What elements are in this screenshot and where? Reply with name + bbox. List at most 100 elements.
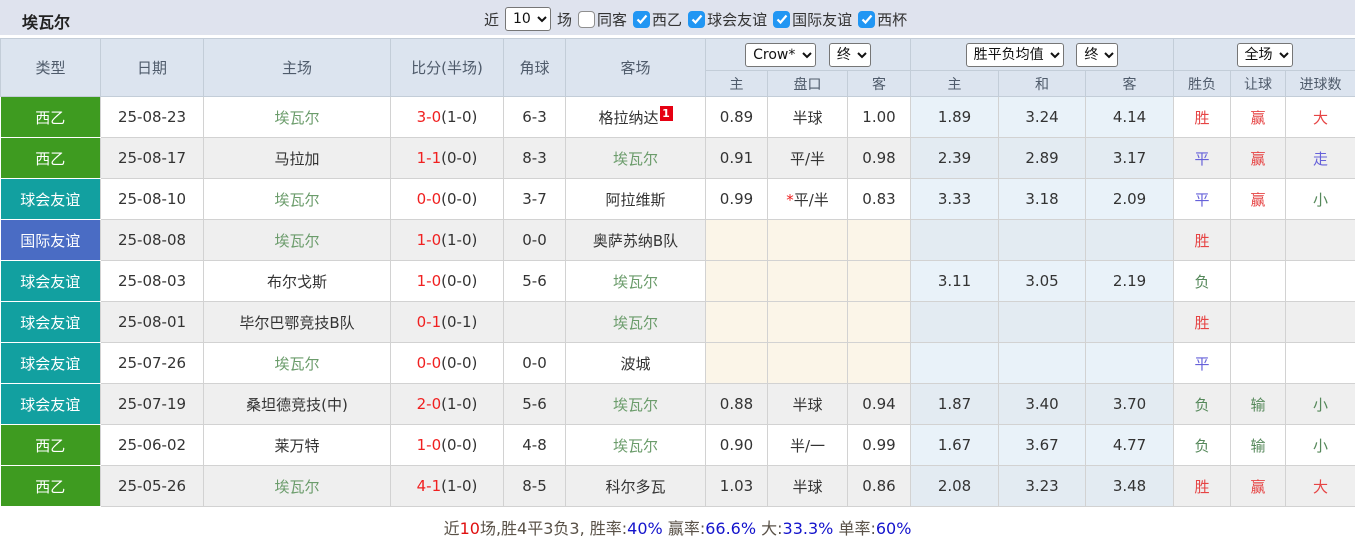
filter-label[interactable]: 西杯 [877, 9, 907, 30]
result-goals [1285, 219, 1355, 261]
handicap-line [767, 219, 848, 261]
avg-type-select[interactable]: 胜平负均值 [965, 42, 1064, 67]
score-cell: 1-1(0-0) [390, 137, 504, 179]
handicap-away-odds: 0.99 [846, 424, 912, 466]
handicap-home-odds: 0.90 [705, 424, 768, 466]
checkbox-icon[interactable] [633, 10, 651, 28]
result-wdl: 平 [1173, 137, 1232, 179]
result-goals [1285, 260, 1355, 302]
home-team[interactable]: 埃瓦尔 [203, 465, 391, 507]
result-wdl: 胜 [1173, 219, 1232, 261]
away-team[interactable]: 格拉纳达 1 [565, 96, 706, 138]
match-date: 25-08-23 [100, 96, 204, 138]
away-team[interactable]: 埃瓦尔 [565, 137, 706, 179]
result-handicap [1230, 342, 1287, 384]
table-row: 球会友谊 25-07-19 桑坦德竞技(中) 2-0(1-0) 5-6 埃瓦尔 … [0, 383, 1355, 425]
checkbox-icon[interactable] [688, 10, 706, 28]
checkbox-icon[interactable] [858, 10, 876, 28]
filter-intl-friendly[interactable]: 国际友谊 [773, 9, 852, 30]
summary-text: 近10场,胜4平3负3, 胜率:40% 赢率:66.6% 大:33.3% 单率:… [443, 518, 912, 538]
match-type-badge: 球会友谊 [0, 383, 101, 425]
handicap-line: 半球 [767, 383, 848, 425]
handicap-away-odds [846, 219, 912, 261]
filter-label[interactable]: 同客 [597, 9, 627, 30]
filter-label[interactable]: 西乙 [652, 9, 682, 30]
home-team[interactable]: 埃瓦尔 [203, 342, 391, 384]
home-team[interactable]: 埃瓦尔 [203, 96, 391, 138]
result-wdl: 负 [1173, 424, 1232, 466]
scope-select[interactable]: 全场 [1236, 42, 1293, 67]
handicap-line [767, 260, 848, 302]
corner-score: 6-3 [503, 96, 566, 138]
home-team[interactable]: 埃瓦尔 [203, 178, 391, 220]
bookmaker-time-select[interactable]: 终 [828, 42, 871, 67]
avg-away-odds: 2.19 [1085, 260, 1175, 302]
away-team[interactable]: 波城 [565, 342, 706, 384]
match-date: 25-06-02 [100, 424, 204, 466]
filter-league[interactable]: 西乙 [633, 9, 682, 30]
home-team[interactable]: 布尔戈斯 [203, 260, 391, 302]
handicap-line [767, 342, 848, 384]
handicap-home-odds [705, 260, 768, 302]
match-type-badge: 球会友谊 [0, 178, 101, 220]
col-header-handicap-away: 客 [846, 70, 912, 97]
filter-cup[interactable]: 西杯 [858, 9, 907, 30]
handicap-dropdown-group: Crow* 终 [704, 38, 912, 71]
filter-club-friendly[interactable]: 球会友谊 [688, 9, 767, 30]
col-header-type: 类型 [0, 38, 101, 97]
home-team[interactable]: 埃瓦尔 [203, 219, 391, 261]
away-team[interactable]: 埃瓦尔 [565, 383, 706, 425]
away-team[interactable]: 埃瓦尔 [565, 260, 706, 302]
avg-draw-odds: 3.24 [998, 96, 1087, 138]
corner-score: 5-6 [503, 260, 566, 302]
topbar: 埃瓦尔 近 10 场 同客 西乙 球会友谊 国际友谊 西杯 [0, 0, 1355, 38]
handicap-away-odds [846, 342, 912, 384]
handicap-away-odds: 0.86 [846, 465, 912, 507]
result-handicap: 赢 [1230, 178, 1287, 220]
filter-same-away[interactable]: 同客 [578, 9, 627, 30]
checkbox-icon[interactable] [578, 10, 596, 28]
table-row: 球会友谊 25-08-01 毕尔巴鄂竞技B队 0-1(0-1) 埃瓦尔 胜 [0, 301, 1355, 343]
avg-home-odds: 2.08 [910, 465, 1000, 507]
col-header-date: 日期 [100, 38, 204, 97]
away-team[interactable]: 埃瓦尔 [565, 301, 706, 343]
table-row: 球会友谊 25-07-26 埃瓦尔 0-0(0-0) 0-0 波城 平 [0, 342, 1355, 384]
avg-home-odds [910, 219, 1000, 261]
home-team[interactable]: 毕尔巴鄂竞技B队 [203, 301, 391, 343]
score-cell: 0-0(0-0) [390, 342, 504, 384]
handicap-line: 半/一 [767, 424, 848, 466]
away-team[interactable]: 埃瓦尔 [565, 424, 706, 466]
match-type-badge: 西乙 [0, 465, 101, 507]
filter-label[interactable]: 球会友谊 [707, 9, 767, 30]
avg-home-odds [910, 342, 1000, 384]
home-team[interactable]: 桑坦德竞技(中) [203, 383, 391, 425]
handicap-home-odds: 0.89 [705, 96, 768, 138]
home-team[interactable]: 马拉加 [203, 137, 391, 179]
away-team[interactable]: 奥萨苏纳B队 [565, 219, 706, 261]
col-header-wdl: 胜负 [1173, 70, 1232, 97]
avg-time-select[interactable]: 终 [1076, 42, 1119, 67]
away-team[interactable]: 阿拉维斯 [565, 178, 706, 220]
result-goals: 大 [1285, 465, 1355, 507]
result-handicap: 赢 [1230, 96, 1287, 138]
page-title: 埃瓦尔 [22, 13, 71, 32]
match-count-select[interactable]: 10 [505, 7, 552, 31]
bookmaker-select[interactable]: Crow* [745, 42, 817, 67]
corner-score [503, 301, 566, 343]
avg-home-odds: 1.89 [910, 96, 1000, 138]
away-team[interactable]: 科尔多瓦 [565, 465, 706, 507]
handicap-line: 半球 [767, 96, 848, 138]
handicap-away-odds: 0.94 [846, 383, 912, 425]
match-date: 25-08-10 [100, 178, 204, 220]
result-handicap: 输 [1230, 424, 1287, 466]
avg-draw-odds: 3.67 [998, 424, 1087, 466]
field-label: 场 [557, 10, 573, 29]
result-wdl: 平 [1173, 178, 1232, 220]
match-type-badge: 球会友谊 [0, 342, 101, 384]
table-row: 西乙 25-06-02 莱万特 1-0(0-0) 4-8 埃瓦尔 0.90 半/… [0, 424, 1355, 466]
checkbox-icon[interactable] [773, 10, 791, 28]
match-date: 25-08-08 [100, 219, 204, 261]
home-team[interactable]: 莱万特 [203, 424, 391, 466]
filter-label[interactable]: 国际友谊 [792, 9, 852, 30]
result-handicap: 赢 [1230, 137, 1287, 179]
